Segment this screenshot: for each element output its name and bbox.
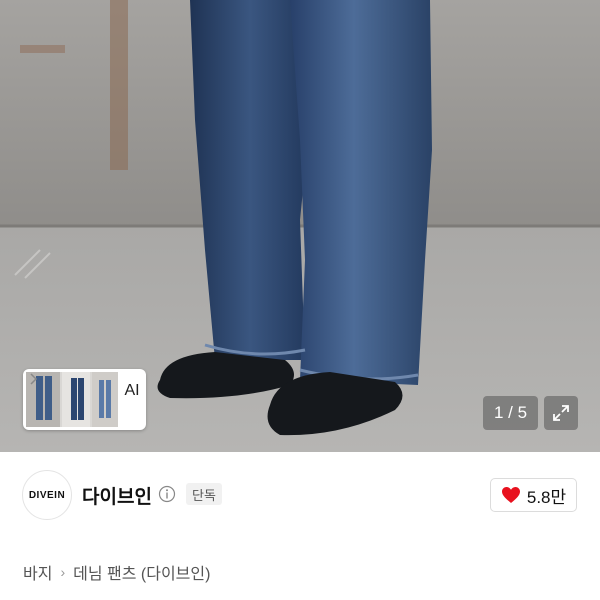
brand-row: DIVEIN 다이브인 단독 5.8만 (0, 452, 600, 540)
expand-button[interactable] (544, 396, 578, 430)
info-icon[interactable] (158, 485, 176, 503)
product-image-gallery[interactable]: AI 1 / 5 (0, 0, 600, 452)
like-button[interactable]: 5.8만 (490, 478, 577, 512)
breadcrumb-item-subcategory[interactable]: 데님 팬츠 (다이브인) (73, 560, 210, 584)
expand-icon (553, 405, 569, 421)
brand-name[interactable]: 다이브인 (82, 482, 152, 509)
ai-label: AI (124, 382, 140, 399)
breadcrumb-item-category[interactable]: 바지 (23, 560, 52, 584)
image-counter: 1 / 5 (483, 396, 538, 430)
breadcrumb: 바지 › 데님 팬츠 (다이브인) (23, 560, 210, 584)
ai-thumbnail-card[interactable]: AI (23, 369, 146, 430)
chevron-right-icon (30, 373, 38, 385)
chevron-right-icon: › (60, 564, 66, 580)
exclusive-badge: 단독 (186, 483, 222, 505)
brand-logo[interactable]: DIVEIN (22, 470, 72, 520)
heart-icon (501, 487, 520, 503)
like-count: 5.8만 (526, 487, 567, 507)
